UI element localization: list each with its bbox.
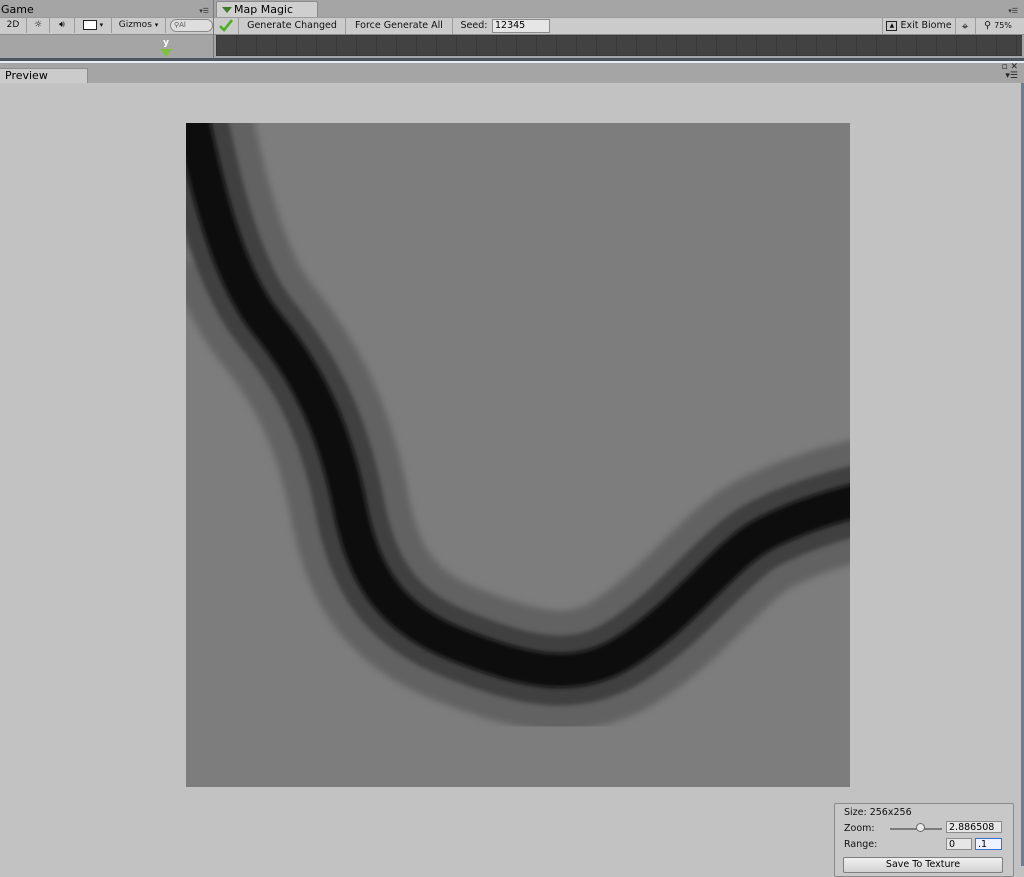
chevron-down-icon: ▾ [154, 21, 159, 29]
map-magic-tab-label: Map Magic [234, 3, 294, 16]
save-to-texture-button[interactable]: Save To Texture [843, 857, 1003, 873]
magnifier-icon: ⚲ [984, 20, 992, 31]
speaker-icon: 🔊︎ [59, 20, 65, 30]
biome-icon: ▲ [886, 20, 898, 31]
image-icon [82, 19, 97, 30]
exit-biome-button[interactable]: ▲ Exit Biome [882, 18, 956, 34]
map-magic-toolbar: Generate Changed Force Generate All Seed… [214, 17, 1024, 35]
y-axis-label: y [163, 38, 169, 48]
seed-input[interactable]: 12345 [492, 19, 550, 33]
zoom-percent: 75% [994, 21, 1012, 30]
zoom-label: Zoom: [844, 823, 875, 834]
lighting-toggle-button[interactable]: ☼ [27, 18, 50, 33]
range-max-field[interactable]: .1 [975, 838, 1002, 850]
range-min-field[interactable]: 0 [946, 838, 972, 850]
y-axis-cone-icon [160, 49, 172, 57]
audio-toggle-button[interactable]: 🔊︎ [50, 18, 75, 33]
game-toolbar: 2D ☼ 🔊︎ ▾ Gizmos ▾ ⚲Al [0, 17, 213, 35]
graph-canvas[interactable] [216, 35, 1022, 56]
panel-menu-icon[interactable]: ▾☰ [199, 7, 209, 15]
zoom-value-field[interactable]: 2.886508 [946, 821, 1002, 833]
auto-generate-toggle[interactable] [214, 18, 239, 34]
window-controls: ▫ ✕ ▾☰ [1001, 63, 1018, 81]
search-input[interactable]: ⚲Al [170, 19, 213, 32]
scene-axis-gizmo[interactable]: y [159, 39, 173, 58]
focus-button[interactable]: ⌖ [955, 18, 976, 34]
preview-tab[interactable]: Preview [0, 68, 88, 83]
map-magic-panel: Map Magic ▾☰ Generate Changed Force Gene… [214, 0, 1024, 58]
sun-icon: ☼ [33, 20, 43, 30]
exit-biome-label: Exit Biome [900, 20, 952, 31]
heightmap-preview-image[interactable] [186, 123, 850, 787]
gizmos-label: Gizmos [118, 20, 152, 30]
preview-tabbar: Preview ▫ ✕ ▾☰ [0, 63, 1024, 83]
range-label: Range: [844, 839, 878, 850]
effects-dropdown-button[interactable]: ▾ [75, 18, 112, 33]
2d-toggle-button[interactable]: 2D [0, 18, 27, 33]
zoom-level-button[interactable]: ⚲ 75% [976, 18, 1020, 34]
zoom-slider-thumb[interactable] [916, 823, 925, 832]
generate-changed-button[interactable]: Generate Changed [239, 18, 346, 34]
panel-menu-icon[interactable]: ▾☰ [1008, 7, 1018, 15]
seed-label: Seed: [460, 20, 488, 31]
crosshair-icon: ⌖ [961, 19, 969, 33]
force-generate-all-button[interactable]: Force Generate All [346, 18, 453, 34]
chevron-down-icon: ▾ [99, 21, 104, 29]
preview-body: Size: 256x256 Zoom: 2.886508 Range: 0 .1… [0, 83, 1024, 877]
checkmark-icon [219, 19, 234, 32]
preview-window: Preview ▫ ✕ ▾☰ Size: 256x256 Zoom: 2.886… [0, 63, 1024, 877]
search-placeholder: Al [179, 21, 186, 29]
map-magic-logo-icon [222, 7, 232, 13]
game-view-panel: Game ▾☰ 2D ☼ 🔊︎ ▾ Gizmos ▾ ⚲Al y [0, 0, 214, 58]
gizmos-dropdown[interactable]: Gizmos ▾ [112, 18, 166, 33]
panel-menu-icon[interactable]: ▾☰ [1005, 71, 1018, 81]
preview-info-panel: Size: 256x256 Zoom: 2.886508 Range: 0 .1… [834, 803, 1014, 877]
game-tab[interactable]: Game [0, 3, 34, 17]
size-label: Size: 256x256 [844, 807, 912, 818]
